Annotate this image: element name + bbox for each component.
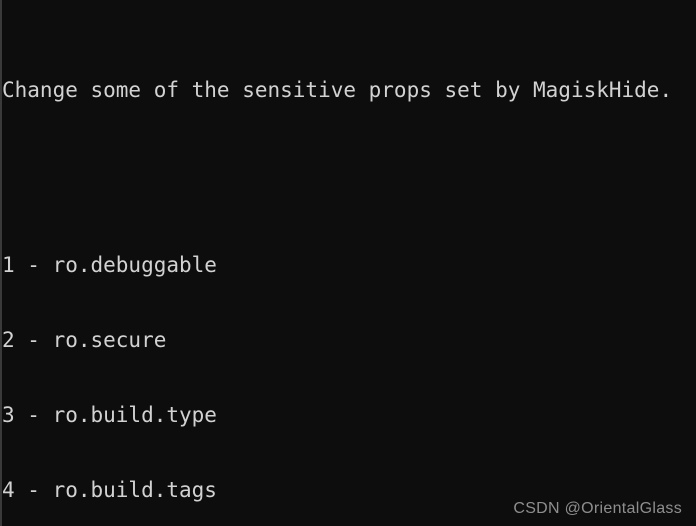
menu-item-1[interactable]: 1 - ro.debuggable — [2, 253, 696, 278]
menu-item-3[interactable]: 3 - ro.build.type — [2, 403, 696, 428]
menu-item-2[interactable]: 2 - ro.secure — [2, 328, 696, 353]
console-title-line: Change some of the sensitive props set b… — [2, 78, 673, 102]
console-output: Change some of the sensitive props set b… — [2, 3, 696, 526]
terminal-window[interactable]: Change some of the sensitive props set b… — [0, 0, 696, 526]
csdn-watermark: CSDN @OrientalGlass — [513, 500, 682, 517]
